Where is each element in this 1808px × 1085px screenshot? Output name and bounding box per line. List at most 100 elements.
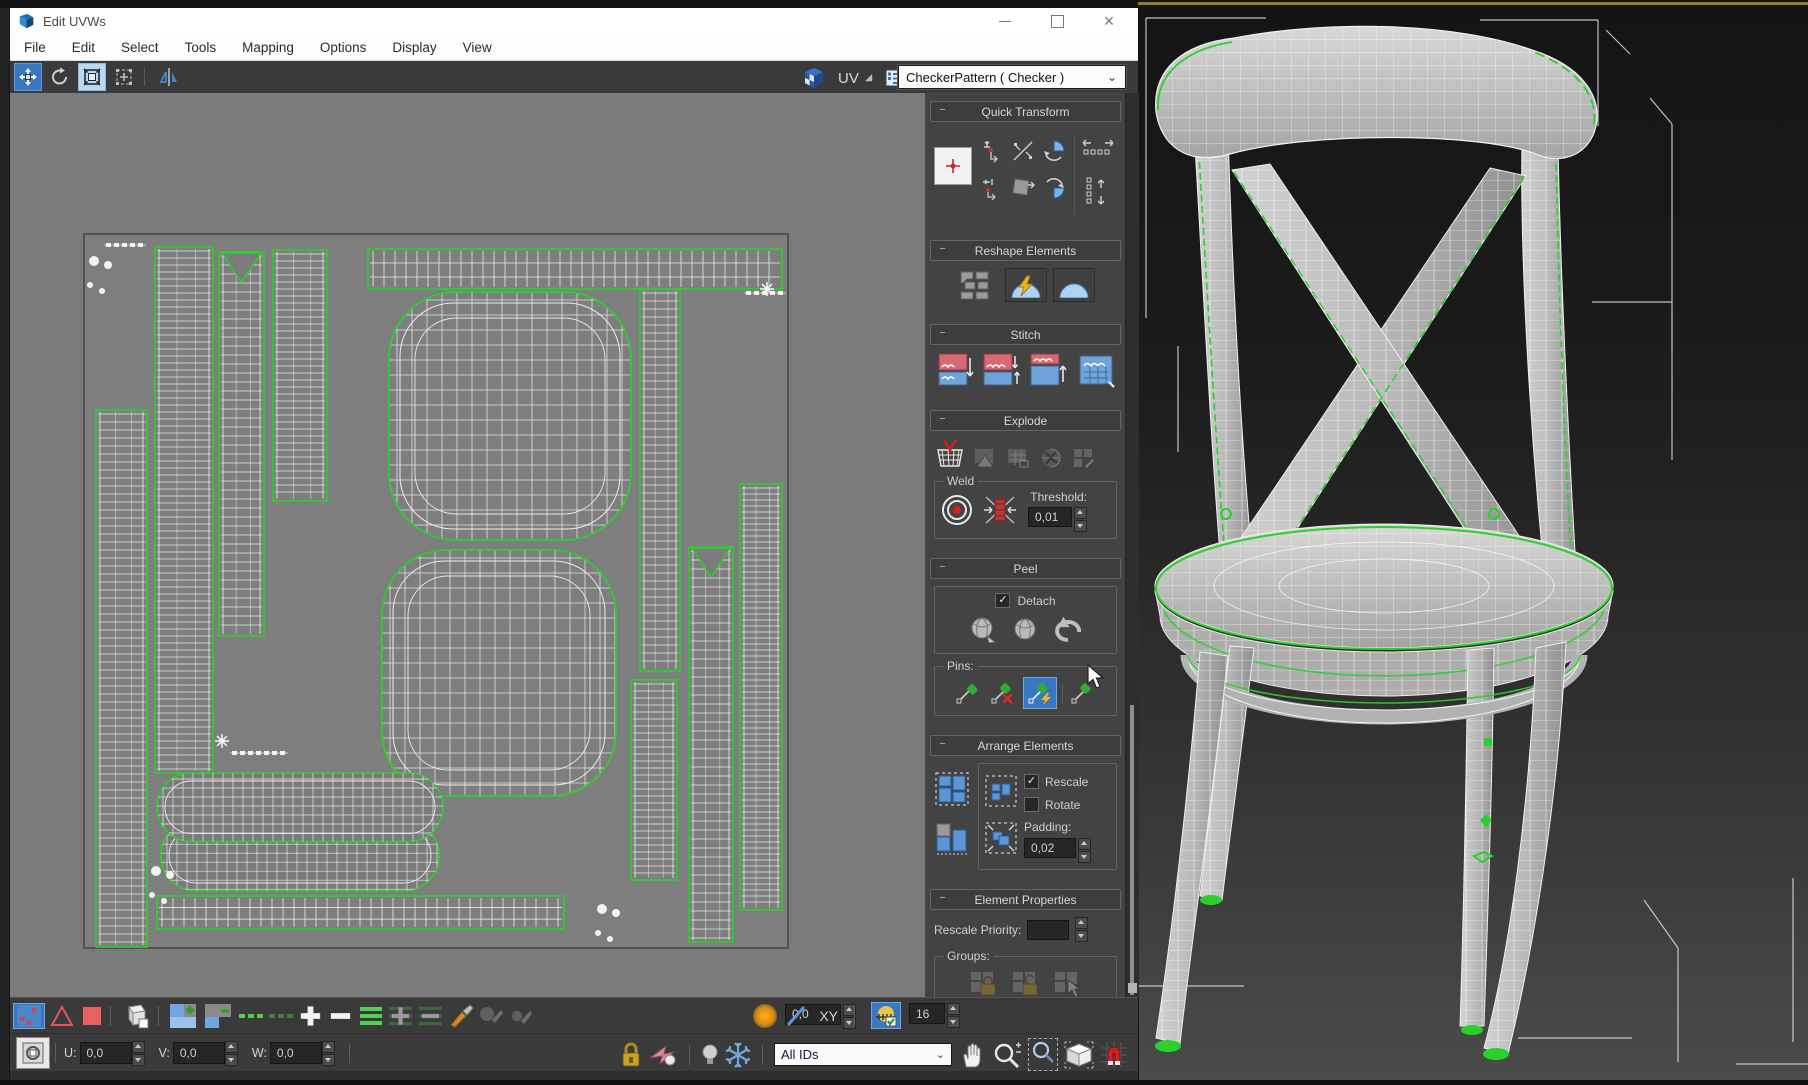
collapse-icon[interactable]: −	[936, 414, 949, 425]
v-spinner[interactable]	[224, 1040, 238, 1066]
snap-magnet-icon[interactable]	[1100, 1041, 1128, 1069]
move-tool-button[interactable]	[14, 63, 42, 91]
u-field[interactable]: 0,0	[79, 1042, 132, 1064]
close-button[interactable]: ×	[1098, 11, 1120, 31]
falloff-curve-icon[interactable]	[784, 1004, 808, 1028]
zoom-extents-cube-icon[interactable]	[1064, 1041, 1094, 1069]
rollout-header-peel[interactable]: − Peel	[930, 558, 1121, 579]
uv-island-strip[interactable]	[639, 288, 681, 672]
v-field[interactable]: 0,0	[172, 1042, 225, 1064]
rescale-elements-button[interactable]	[984, 821, 1018, 858]
vertex-mode-button[interactable]	[13, 1003, 45, 1029]
group-unlock-button[interactable]	[1010, 969, 1042, 997]
paint-shrink-button[interactable]	[507, 1003, 534, 1029]
align-vertical-button[interactable]	[978, 135, 1006, 167]
uv-island-seat[interactable]	[381, 549, 617, 797]
uv-island-ticks[interactable]	[104, 243, 146, 247]
break-button[interactable]	[934, 438, 966, 471]
scale-tool-button[interactable]	[78, 63, 106, 91]
menu-file[interactable]: File	[24, 40, 46, 55]
rollout-header-stitch[interactable]: − Stitch	[930, 324, 1121, 345]
reset-peel-button[interactable]	[1051, 614, 1085, 647]
padding-spinner[interactable]	[1078, 838, 1091, 863]
grow-selection-button[interactable]	[167, 1003, 199, 1029]
relax-tool-button[interactable]	[1052, 268, 1095, 302]
edge-distance-button[interactable]	[871, 1002, 901, 1029]
element-mode-button[interactable]	[119, 1003, 153, 1029]
uv-island-seat-edge[interactable]	[156, 772, 444, 892]
pattern-selector-dropdown[interactable]: CheckerPattern ( Checker ) ⌄	[898, 65, 1126, 89]
rollout-header-reshape[interactable]: − Reshape Elements	[930, 240, 1121, 261]
grow-ring-button[interactable]	[387, 1003, 414, 1029]
menu-edit[interactable]: Edit	[72, 40, 95, 55]
rescale-priority-field[interactable]	[1027, 919, 1070, 940]
space-horizontal-button[interactable]	[1081, 137, 1115, 162]
uv-island-cap[interactable]	[760, 282, 774, 296]
w-field[interactable]: 0,0	[269, 1042, 322, 1064]
break-by-element-button[interactable]	[1070, 445, 1098, 471]
align-horizontal-button[interactable]	[978, 172, 1006, 204]
stitch-custom-button[interactable]	[1076, 352, 1116, 391]
grow-loop-button[interactable]	[297, 1003, 324, 1029]
rescale-priority-spinner[interactable]	[1075, 917, 1089, 942]
filter-selected-faces-icon[interactable]	[648, 1042, 678, 1068]
zoom-region-button[interactable]	[1028, 1038, 1058, 1071]
collapse-icon[interactable]: −	[936, 739, 949, 750]
loop-mode-button[interactable]	[357, 1003, 384, 1029]
quick-relax-button[interactable]	[1004, 268, 1047, 302]
u-spinner[interactable]	[131, 1040, 145, 1066]
absolute-offset-toggle[interactable]	[16, 1037, 50, 1069]
uv-island-small-parts[interactable]	[149, 866, 174, 904]
menu-select[interactable]: Select	[121, 40, 159, 55]
rollout-header-element-properties[interactable]: − Element Properties	[930, 889, 1121, 910]
uv-island-strip[interactable]	[272, 249, 328, 502]
uv-island-strip[interactable]	[367, 248, 783, 290]
uv-island-strip[interactable]	[630, 679, 678, 881]
show-map-button[interactable]	[800, 64, 828, 92]
stitch-to-source-button[interactable]	[1029, 352, 1069, 391]
zoom-icon[interactable]	[992, 1041, 1022, 1069]
lock-selection-icon[interactable]	[620, 1042, 642, 1068]
group-select-button[interactable]	[1052, 969, 1084, 997]
collapse-icon[interactable]: −	[936, 105, 949, 116]
menu-options[interactable]: Options	[320, 40, 367, 55]
uv-island-strip[interactable]	[95, 409, 148, 948]
select-pins-button[interactable]	[1068, 679, 1098, 707]
pan-hand-icon[interactable]	[958, 1041, 986, 1069]
panel-scrollbar[interactable]	[1125, 93, 1139, 997]
rollout-header-quick-transform[interactable]: − Quick Transform	[930, 101, 1121, 122]
pack-together-button[interactable]	[934, 822, 970, 859]
stitch-to-average-button[interactable]	[982, 352, 1022, 391]
pin-tool-button[interactable]	[953, 679, 983, 707]
freeze-snowflake-icon[interactable]	[725, 1041, 751, 1068]
edge-distance-spinner[interactable]	[947, 1003, 960, 1028]
uv-island-ticks[interactable]	[744, 291, 786, 295]
break-by-smoothing-button[interactable]	[1037, 445, 1065, 471]
collapse-icon[interactable]: −	[936, 328, 949, 339]
uv-island-strip[interactable]	[154, 246, 214, 774]
menu-display[interactable]: Display	[392, 40, 436, 55]
hide-icon[interactable]	[701, 1043, 719, 1067]
paint-select-button[interactable]	[447, 1003, 474, 1029]
box-align-button[interactable]	[1009, 172, 1037, 204]
uv-island-strip[interactable]	[688, 546, 734, 943]
shrink-ring-button[interactable]	[417, 1003, 444, 1029]
menu-view[interactable]: View	[463, 40, 492, 55]
edge-mode-button[interactable]	[48, 1003, 75, 1029]
select-edge-loop-button[interactable]	[237, 1003, 264, 1029]
space-vertical-button[interactable]	[1081, 176, 1115, 213]
break-by-angle-button[interactable]	[971, 445, 999, 471]
group-lock-button[interactable]	[968, 969, 1000, 997]
pivot-reset-button[interactable]	[934, 147, 972, 185]
maximize-button[interactable]	[1046, 12, 1068, 30]
uv-island-small-parts[interactable]	[595, 904, 620, 942]
polygon-mode-button[interactable]	[78, 1003, 105, 1029]
rotate-tool-button[interactable]	[46, 63, 74, 91]
collapse-icon[interactable]: −	[936, 893, 949, 904]
rescale-checkbox[interactable]: ✓	[1024, 774, 1039, 789]
title-bar[interactable]: Edit UVWs ×	[10, 8, 1138, 34]
uv-island-strip[interactable]	[156, 895, 565, 930]
uv-editor-viewport[interactable]	[10, 93, 926, 997]
rollout-header-explode[interactable]: − Explode	[930, 410, 1121, 431]
stitch-to-target-button[interactable]	[935, 352, 975, 391]
